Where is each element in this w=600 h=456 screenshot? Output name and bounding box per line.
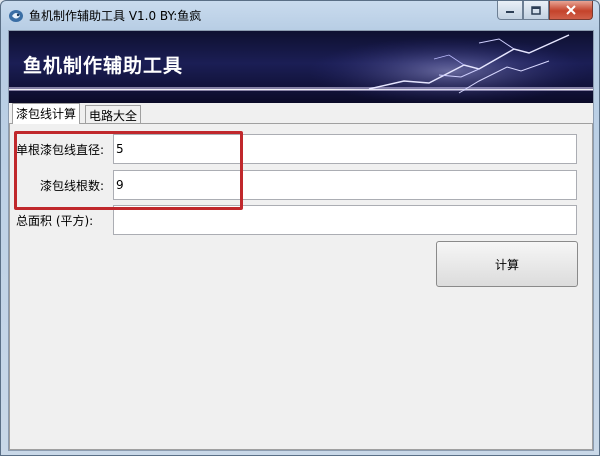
calculate-button[interactable]: 计算 <box>436 241 578 287</box>
maximize-icon <box>531 5 541 15</box>
maximize-button[interactable] <box>523 1 549 20</box>
header-banner: 鱼机制作辅助工具 <box>9 31 593 103</box>
minimize-button[interactable] <box>497 1 523 20</box>
app-window: 鱼机制作辅助工具 V1.0 BY:鱼疯 鱼机制作辅助工具 漆包线计算 电路大全 … <box>0 0 600 456</box>
tab-strip: 漆包线计算 电路大全 <box>9 103 593 124</box>
tab-panel: 单根漆包线直径: 漆包线根数: 总面积 (平方): 计算 <box>9 123 593 450</box>
total-area-label: 总面积 (平方): <box>16 214 94 228</box>
minimize-icon <box>506 11 514 13</box>
banner-title: 鱼机制作辅助工具 <box>23 55 184 77</box>
title-bar[interactable]: 鱼机制作辅助工具 V1.0 BY:鱼疯 <box>1 1 599 29</box>
tab-circuit-collection[interactable]: 电路大全 <box>85 105 142 123</box>
close-icon <box>566 5 576 15</box>
window-title: 鱼机制作辅助工具 V1.0 BY:鱼疯 <box>29 9 202 23</box>
tab-enameled-wire-calc[interactable]: 漆包线计算 <box>12 103 81 124</box>
close-button[interactable] <box>549 1 593 20</box>
app-icon <box>8 7 24 23</box>
client-area: 鱼机制作辅助工具 漆包线计算 电路大全 单根漆包线直径: 漆包线根数: 总面积 … <box>8 30 594 451</box>
highlight-box <box>14 131 243 210</box>
